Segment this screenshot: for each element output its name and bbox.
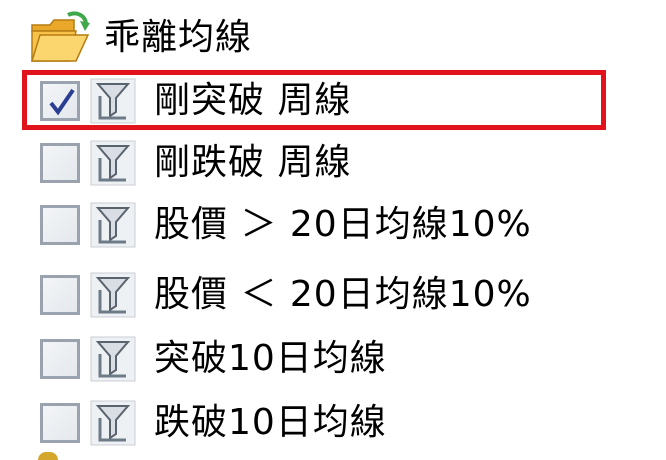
checkbox-unchecked[interactable] <box>40 275 80 315</box>
filter-icon <box>90 272 136 318</box>
filter-icon <box>90 78 136 124</box>
item-label: 股價 ＞ 20日均線10% <box>154 204 532 245</box>
tree-item-3[interactable]: 股價 ＞ 20日均線10% <box>40 196 532 254</box>
tree-item-2[interactable]: 剛跌破 周線 <box>40 134 351 192</box>
checkbox-checked[interactable] <box>40 81 80 121</box>
folder-label: 乖離均線 <box>104 17 253 58</box>
folder-icon-partial <box>38 452 58 460</box>
filter-icon <box>90 400 136 446</box>
folder-node[interactable]: 乖離均線 <box>30 8 252 68</box>
filter-icon <box>90 140 136 186</box>
filter-icon <box>90 202 136 248</box>
item-label: 股價 ＜ 20日均線10% <box>154 274 532 315</box>
item-label: 突破10日均線 <box>154 338 387 379</box>
folder-open-icon <box>30 11 92 65</box>
checkbox-unchecked[interactable] <box>40 403 80 443</box>
checkbox-unchecked[interactable] <box>40 143 80 183</box>
check-mark-icon <box>49 88 75 116</box>
filter-icon <box>90 336 136 382</box>
tree-item-4[interactable]: 股價 ＜ 20日均線10% <box>40 266 532 324</box>
item-label: 剛突破 周線 <box>154 80 352 121</box>
item-label: 剛跌破 周線 <box>154 142 352 183</box>
tree-item-1[interactable]: 剛突破 周線 <box>40 72 351 130</box>
item-label: 跌破10日均線 <box>154 402 387 443</box>
tree-item-6[interactable]: 跌破10日均線 <box>40 394 387 452</box>
strategy-tree: 乖離均線 剛突破 周線 剛跌破 周線 股價 ＞ 20日均線10% 股價 ＜ 20… <box>0 0 666 460</box>
checkbox-unchecked[interactable] <box>40 339 80 379</box>
tree-item-5[interactable]: 突破10日均線 <box>40 330 387 388</box>
checkbox-unchecked[interactable] <box>40 205 80 245</box>
